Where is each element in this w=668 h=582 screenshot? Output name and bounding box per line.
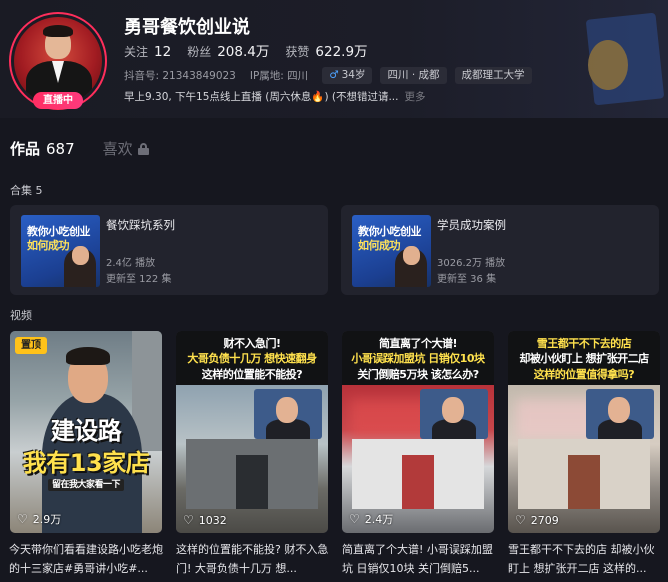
collection-card[interactable]: 教你小吃创业 如何成功 学员成功案例 3026.2万 播放 更新至 36 集 — [341, 205, 659, 295]
heart-icon: ♡ — [349, 512, 360, 526]
likes-label: 获赞 — [285, 45, 310, 59]
host-inset — [586, 389, 654, 439]
bio-tail: ) (不想错过请... — [324, 91, 399, 103]
collection-title: 餐饮踩坑系列 — [106, 218, 175, 232]
collections-label: 合集 5 — [10, 184, 43, 197]
video-overlay-caption: 留在我大家看一下 — [10, 477, 162, 491]
followers-stat[interactable]: 粉丝 208.4万 — [187, 40, 269, 60]
collection-updates: 更新至 36 集 — [437, 274, 497, 285]
video-overlay-subtitle: 我有13家店 — [22, 449, 150, 477]
video-overlay-line2: 却被小伙盯上 想扩张开二店 — [519, 352, 649, 365]
profile-header: 直播中 勇哥餐饮创业说 关注 12 粉丝 208.4万 获赞 622.9万 抖音号: … — [0, 0, 668, 118]
video-caption[interactable]: 今天带你们看看建设路小吃老炮的十三家店#勇哥讲小吃#... — [9, 540, 163, 578]
bio-more-link[interactable]: 更多 — [404, 91, 425, 103]
profile-meta: 抖音号: 21343849023 IP属地: 四川 ♂ 34岁 四川 · 成都 成… — [124, 67, 532, 84]
video-overlay-line3: 这样的位置能不能投? — [201, 368, 303, 381]
video-likes-count: 1032 — [198, 513, 227, 527]
videos-label: 视频 — [10, 309, 32, 322]
video-likes: ♡ 2.9万 — [17, 511, 61, 527]
video-card[interactable]: 简直离了个大谱! 小哥误踩加盟坑 日销仅10块 关门倒赔5万块 该怎么办? ♡ 2… — [342, 331, 494, 533]
lock-icon — [137, 142, 149, 155]
collection-thumb-line2: 如何成功 — [358, 239, 401, 252]
collection-thumb-line2: 如何成功 — [27, 239, 70, 252]
video-caption[interactable]: 雪王都干不下去的店 却被小伙盯上 想扩张开二店 这样的... — [508, 540, 662, 578]
video-likes-count: 2.4万 — [364, 513, 394, 526]
male-icon: ♂ — [329, 69, 339, 81]
video-card[interactable]: 财不入急门! 大哥负债十几万 想快速翻身 这样的位置能不能投? ♡ 1032 — [176, 331, 328, 533]
age-tag: ♂ 34岁 — [322, 67, 373, 84]
video-likes: ♡ 2.4万 — [349, 511, 393, 527]
collection-plays: 3026.2万 播放 — [437, 258, 506, 269]
tab-likes-label: 喜欢 — [102, 140, 133, 158]
collection-card[interactable]: 教你小吃创业 如何成功 餐饮踩坑系列 2.4亿 播放 更新至 122 集 — [10, 205, 328, 295]
video-likes: ♡ 2709 — [515, 513, 559, 527]
video-overlay-line1: 财不入急门! — [223, 337, 281, 350]
video-overlay-line3: 这样的位置值得拿吗? — [533, 368, 635, 381]
ip-location: IP属地: 四川 — [249, 70, 309, 82]
fire-icon: 🔥 — [311, 91, 325, 103]
video-card[interactable]: 雪王都干不下去的店 却被小伙盯上 想扩张开二店 这样的位置值得拿吗? ♡ 2709 — [508, 331, 660, 533]
pinned-badge: 置顶 — [15, 337, 47, 354]
video-overlay-line1: 简直离了个大谱! — [378, 337, 458, 350]
tab-likes[interactable]: 喜欢 — [103, 138, 149, 159]
profile-nickname: 勇哥餐饮创业说 — [124, 17, 250, 38]
header-background-art — [548, 0, 668, 118]
school-tag: 成都理工大学 — [454, 67, 532, 84]
age-tag-label: 34岁 — [341, 69, 366, 81]
heart-icon: ♡ — [17, 512, 28, 526]
collection-plays: 2.4亿 播放 — [106, 258, 156, 269]
video-likes-count: 2709 — [530, 513, 559, 527]
video-likes-count: 2.9万 — [32, 513, 62, 526]
video-card[interactable]: 置顶 建设路 我有13家店 留在我大家看一下 ♡ 2.9万 — [10, 331, 162, 533]
following-count: 12 — [154, 44, 172, 60]
tab-works-label: 作品 — [10, 140, 41, 158]
tab-works[interactable]: 作品 687 — [10, 138, 75, 159]
douyin-id: 抖音号: 21343849023 — [124, 70, 236, 82]
heart-icon: ♡ — [183, 513, 194, 527]
collection-updates: 更新至 122 集 — [106, 274, 172, 285]
video-overlay-line2: 大哥负债十几万 想快速翻身 — [187, 352, 317, 365]
following-stat[interactable]: 关注 12 — [124, 43, 171, 60]
profile-stats: 关注 12 粉丝 208.4万 获赞 622.9万 — [124, 40, 384, 60]
likes-count: 622.9万 — [315, 44, 368, 60]
host-inset — [420, 389, 488, 439]
host-inset — [254, 389, 322, 439]
followers-count: 208.4万 — [217, 44, 270, 60]
collection-thumbnail: 教你小吃创业 如何成功 — [21, 215, 100, 287]
video-overlay-line2: 小哥误踩加盟坑 日销仅10块 — [351, 352, 485, 365]
video-caption[interactable]: 这样的位置能不能投? 财不入急门! 大哥负债十几万 想... — [176, 540, 330, 578]
bio-text: 早上9.30, 下午15点线上直播 (周六休息 — [124, 91, 312, 103]
video-banner: 财不入急门! 大哥负债十几万 想快速翻身 这样的位置能不能投? — [176, 331, 328, 385]
following-label: 关注 — [124, 45, 149, 59]
video-caption[interactable]: 简直离了个大谱! 小哥误踩加盟坑 日销仅10块 关门倒赔5... — [342, 540, 496, 578]
video-banner: 雪王都干不下去的店 却被小伙盯上 想扩张开二店 这样的位置值得拿吗? — [508, 331, 660, 385]
collection-title: 学员成功案例 — [437, 218, 506, 232]
collection-thumbnail: 教你小吃创业 如何成功 — [352, 215, 431, 287]
tab-works-count: 687 — [46, 140, 75, 158]
video-banner: 简直离了个大谱! 小哥误踩加盟坑 日销仅10块 关门倒赔5万块 该怎么办? — [342, 331, 494, 385]
profile-tabs: 作品 687 喜欢 — [10, 138, 149, 159]
video-overlay-line3: 关门倒赔5万块 该怎么办? — [357, 368, 479, 381]
heart-icon: ♡ — [515, 513, 526, 527]
profile-bio: 早上9.30, 下午15点线上直播 (周六休息🔥) (不想错过请... 更多 — [124, 89, 425, 104]
likes-stat[interactable]: 获赞 622.9万 — [285, 40, 367, 60]
video-overlay-title: 建设路 — [50, 417, 122, 445]
followers-label: 粉丝 — [187, 45, 212, 59]
video-overlay-line1: 雪王都干不下去的店 — [536, 337, 632, 350]
live-badge[interactable]: 直播中 — [33, 92, 83, 109]
location-tag: 四川 · 成都 — [380, 67, 447, 84]
video-likes: ♡ 1032 — [183, 513, 227, 527]
